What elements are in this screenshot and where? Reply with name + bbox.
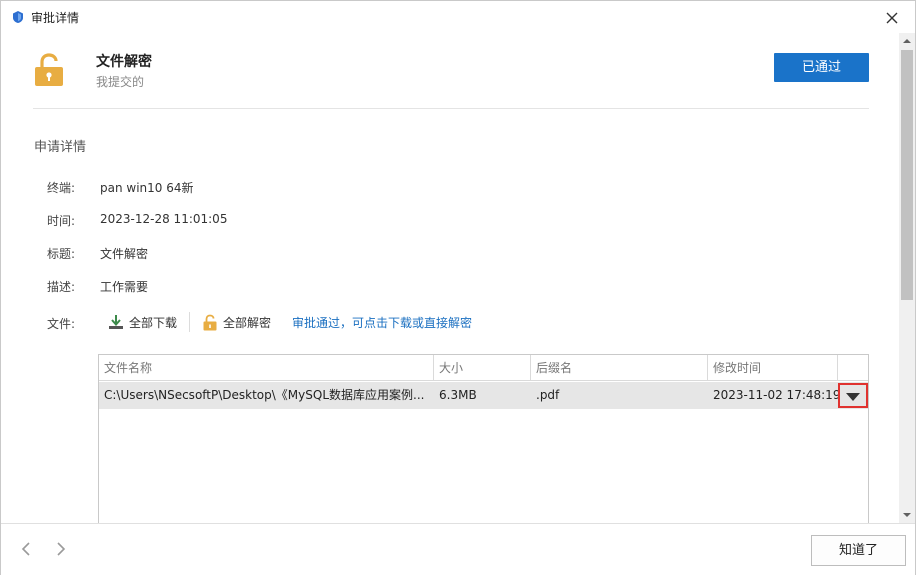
app-shield-icon — [13, 11, 23, 23]
small-padlock-icon — [203, 314, 217, 330]
close-button[interactable] — [881, 7, 903, 29]
unlocked-padlock-icon — [35, 53, 63, 86]
file-extension-cell: .pdf — [536, 388, 560, 402]
footer: 知道了 — [1, 523, 915, 575]
file-modified-cell: 2023-11-02 17:48:19 — [713, 388, 838, 402]
description-label: 描述: — [47, 280, 76, 294]
file-actions: 全部下载 全部解密 审批通过，可点击下载或直接解密 — [108, 311, 472, 333]
scroll-up-button[interactable] — [899, 33, 915, 49]
table-header: 文件名称 大小 后缀名 修改时间 — [99, 355, 868, 381]
files-label: 文件: — [47, 317, 76, 331]
request-subtitle: 我提交的 — [96, 75, 145, 89]
chevron-left-icon — [21, 542, 30, 556]
time-value: 2023-12-28 11:01:05 — [100, 212, 228, 226]
request-title: 文件解密 — [96, 54, 152, 70]
description-value: 工作需要 — [100, 280, 149, 294]
arrow-up-icon — [903, 39, 911, 43]
column-header-modified[interactable]: 修改时间 — [708, 355, 838, 381]
next-button[interactable] — [56, 538, 72, 560]
ok-button[interactable]: 知道了 — [811, 535, 906, 566]
triangle-down-icon — [846, 393, 860, 401]
arrow-down-icon — [903, 513, 911, 517]
approval-hint-link[interactable]: 审批通过，可点击下载或直接解密 — [292, 314, 472, 331]
scrollbar-thumb[interactable] — [901, 50, 913, 300]
approval-details-window: 审批详情 文件解密 我提交的 已通过 申请详情 终端: pan win10 64… — [0, 0, 916, 575]
terminal-value: pan win10 64新 — [100, 181, 194, 195]
status-approved-button[interactable]: 已通过 — [774, 53, 869, 82]
previous-button[interactable] — [21, 538, 37, 560]
file-size-cell: 6.3MB — [439, 388, 477, 402]
table-row[interactable]: C:\Users\NSecsoftP\Desktop\《MySQL数据库应用案例… — [99, 382, 868, 409]
section-title: 申请详情 — [34, 140, 87, 155]
download-icon — [109, 315, 123, 329]
subject-value: 文件解密 — [100, 247, 149, 261]
action-separator — [189, 312, 191, 332]
vertical-scrollbar[interactable] — [899, 33, 915, 523]
download-all-label: 全部下载 — [129, 315, 178, 330]
download-all-button[interactable]: 全部下载 — [108, 314, 177, 331]
subject-label: 标题: — [47, 247, 76, 261]
header-divider — [33, 108, 869, 109]
content-area: 文件解密 我提交的 已通过 申请详情 终端: pan win10 64新 时间:… — [1, 33, 899, 523]
file-table: 文件名称 大小 后缀名 修改时间 C:\Users\NSecsoftP\Desk… — [98, 354, 869, 523]
terminal-label: 终端: — [47, 181, 76, 195]
decrypt-all-label: 全部解密 — [223, 315, 272, 330]
decrypt-all-button[interactable]: 全部解密 — [202, 314, 271, 331]
row-dropdown-button[interactable] — [838, 383, 868, 408]
time-label: 时间: — [47, 214, 76, 228]
chevron-right-icon — [57, 542, 66, 556]
title-bar: 审批详情 — [1, 1, 915, 33]
file-name-cell: C:\Users\NSecsoftP\Desktop\《MySQL数据库应用案例… — [104, 388, 425, 402]
window-title: 审批详情 — [31, 11, 80, 25]
column-header-name[interactable]: 文件名称 — [99, 355, 434, 381]
scroll-down-button[interactable] — [899, 507, 915, 523]
column-header-size[interactable]: 大小 — [434, 355, 531, 381]
column-header-extension[interactable]: 后缀名 — [531, 355, 708, 381]
close-icon — [886, 12, 898, 24]
